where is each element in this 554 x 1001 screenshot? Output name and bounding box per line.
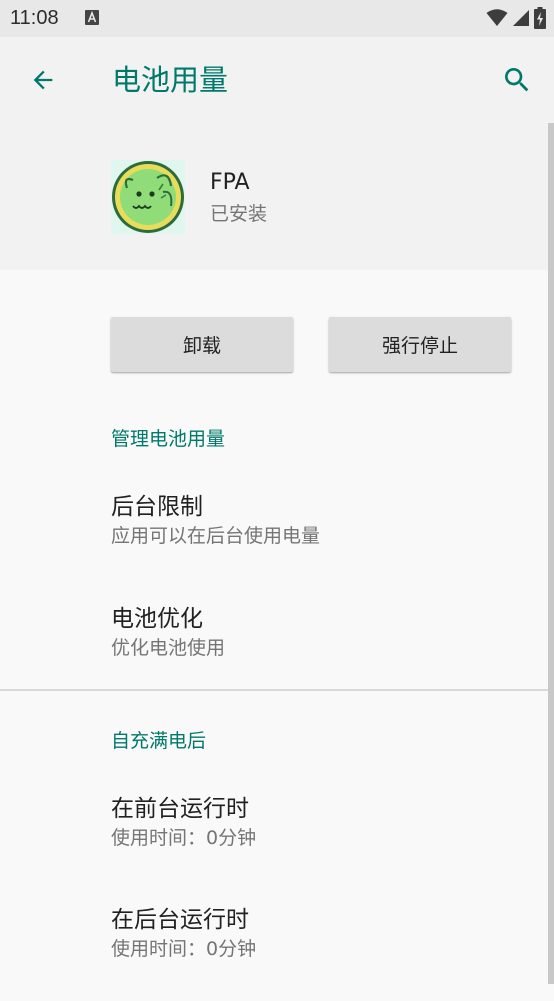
item-summary: 应用可以在后台使用电量 [111, 525, 321, 547]
accessibility-notification-icon [85, 10, 99, 25]
item-title: 在前台运行时 [111, 796, 249, 822]
uninstall-button[interactable]: 卸载 [111, 317, 293, 372]
background-restriction-item[interactable]: 后台限制 应用可以在后台使用电量 [0, 492, 548, 588]
app-header: FPA 已安装 [0, 123, 554, 270]
search-button[interactable] [494, 57, 540, 103]
item-summary: 使用时间：0分钟 [111, 827, 257, 849]
item-title: 电池优化 [111, 606, 203, 632]
since-full-charge-header: 自充满电后 [111, 730, 207, 752]
section-divider [0, 689, 548, 691]
background-usage-item[interactable]: 在后台运行时 使用时间：0分钟 [0, 905, 548, 1001]
force-stop-button[interactable]: 强行停止 [329, 317, 511, 372]
wifi-icon [486, 9, 508, 26]
arrow-back-icon [33, 70, 53, 90]
battery-icon [534, 7, 546, 29]
app-bar: 电池用量 [0, 37, 554, 123]
item-summary: 优化电池使用 [111, 637, 226, 659]
status-icons [486, 7, 546, 29]
status-bar: 11:08 [0, 0, 554, 37]
page-title: 电池用量 [112, 63, 229, 97]
app-install-status: 已安装 [210, 203, 268, 225]
app-icon [111, 160, 185, 234]
item-title: 在后台运行时 [111, 907, 249, 933]
back-button[interactable] [20, 57, 66, 103]
search-icon [505, 68, 529, 92]
signal-icon [513, 10, 529, 26]
battery-optimization-item[interactable]: 电池优化 优化电池使用 [0, 604, 548, 700]
app-name: FPA [210, 170, 250, 195]
item-title: 后台限制 [111, 494, 203, 520]
scrollbar[interactable] [548, 123, 554, 984]
status-time: 11:08 [10, 7, 59, 29]
manage-battery-header: 管理电池用量 [111, 428, 226, 450]
foreground-usage-item[interactable]: 在前台运行时 使用时间：0分钟 [0, 794, 548, 890]
item-summary: 使用时间：0分钟 [111, 938, 257, 960]
